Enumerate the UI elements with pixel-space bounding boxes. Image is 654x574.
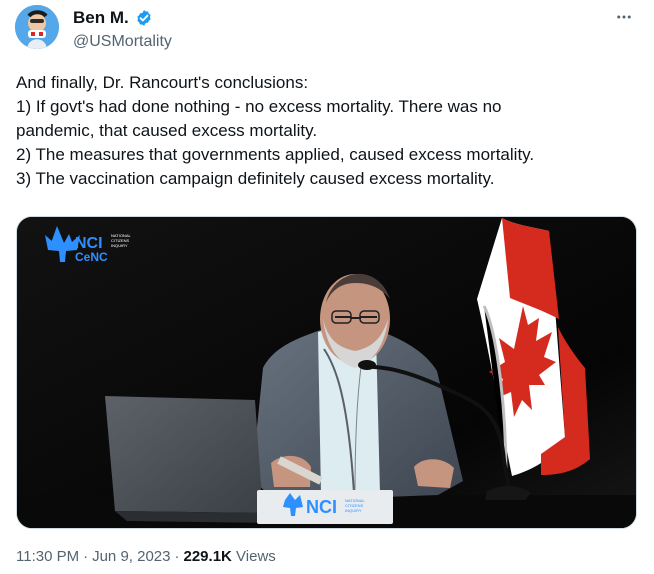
podium-nameplate: NCI NATIONAL CITIZENS INQUIRY	[257, 490, 393, 524]
views-label: Views	[236, 548, 276, 565]
author-name-row: Ben M.	[73, 8, 172, 28]
author-handle[interactable]: @USMortality	[73, 32, 172, 52]
tweet-metadata: 11:30 PM · Jun 9, 2023 · 229.1K Views	[16, 548, 276, 565]
tweet-author: Ben M. @USMortality	[73, 8, 172, 52]
avatar-image	[15, 5, 59, 49]
tweet-media-image[interactable]: NCI CeNC NATIONAL CITIZENS INQUIRY NCI N…	[16, 216, 637, 529]
metadata-separator: ·	[174, 548, 180, 565]
profile-avatar[interactable]	[15, 5, 59, 49]
nameplate-small-text-3: INQUIRY	[345, 508, 362, 513]
author-display-name[interactable]: Ben M.	[73, 7, 129, 28]
views-count[interactable]: 229.1K	[184, 548, 232, 565]
video-frame-image: NCI CeNC NATIONAL CITIZENS INQUIRY NCI N…	[17, 217, 636, 528]
verified-badge-icon	[135, 9, 153, 27]
tweet-card: Ben M. @USMortality And finally, Dr. Ran…	[0, 0, 654, 574]
laptop	[105, 396, 275, 523]
tweet-text: And finally, Dr. Rancourt's conclusions:…	[16, 73, 535, 188]
cenc-logo-text: CeNC	[75, 250, 108, 264]
nameplate-nci-text: NCI	[306, 497, 337, 517]
more-horizontal-icon	[617, 15, 631, 19]
metadata-separator: ·	[83, 548, 89, 565]
logo-small-text-3: INQUIRY	[111, 243, 128, 248]
tweet-date[interactable]: Jun 9, 2023	[92, 548, 170, 565]
more-options-button[interactable]	[610, 3, 638, 31]
tweet-time[interactable]: 11:30 PM	[16, 548, 79, 565]
